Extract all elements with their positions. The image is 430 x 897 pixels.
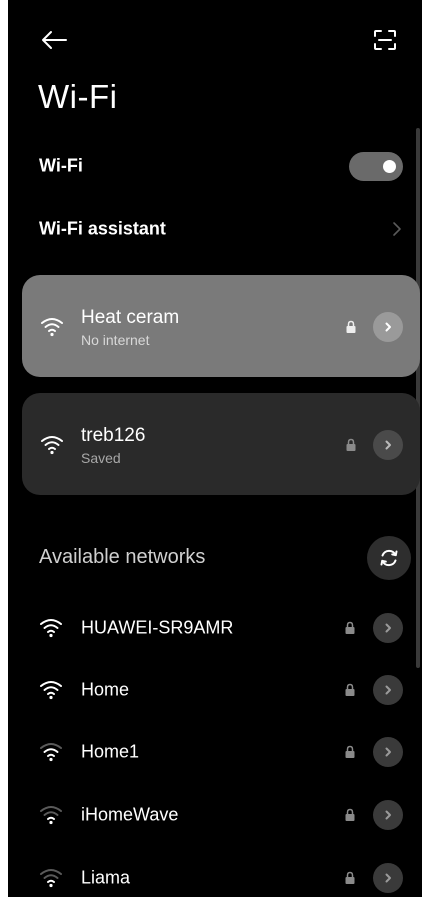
network-name: Liama bbox=[81, 867, 131, 888]
chevron-right-icon bbox=[385, 747, 391, 757]
lock-icon bbox=[345, 871, 355, 884]
network-details-button[interactable] bbox=[373, 863, 403, 893]
page-title: Wi-Fi bbox=[38, 78, 118, 115]
chevron-right-icon bbox=[385, 810, 391, 820]
chevron-right-icon bbox=[385, 873, 391, 883]
network-name: HUAWEI-SR9AMR bbox=[81, 617, 234, 638]
lock-icon bbox=[345, 745, 355, 758]
lock-icon bbox=[345, 621, 355, 634]
network-details-button[interactable] bbox=[373, 613, 403, 643]
network-row[interactable]: HUAWEI-SR9AMR bbox=[8, 597, 422, 659]
scan-qr-button[interactable] bbox=[368, 24, 402, 56]
refresh-button[interactable] bbox=[367, 536, 411, 580]
wifi-assistant-row[interactable]: Wi-Fi assistant bbox=[8, 201, 422, 257]
available-networks-header: Available networks bbox=[39, 546, 206, 568]
network-name: Heat ceram bbox=[81, 307, 180, 328]
wifi-signal-icon bbox=[40, 806, 62, 825]
wifi-signal-icon bbox=[40, 743, 62, 762]
wifi-signal-icon bbox=[41, 436, 63, 455]
refresh-icon bbox=[380, 549, 398, 567]
network-name: Home1 bbox=[81, 741, 140, 762]
wifi-toggle-label: Wi-Fi bbox=[39, 155, 83, 176]
network-name: treb126 bbox=[81, 425, 146, 446]
lock-icon bbox=[346, 320, 356, 333]
network-details-button[interactable] bbox=[373, 737, 403, 767]
network-row[interactable]: iHomeWave bbox=[8, 784, 422, 846]
network-status: No internet bbox=[81, 332, 150, 348]
network-row[interactable]: Home1 bbox=[8, 721, 422, 783]
back-button[interactable] bbox=[36, 24, 72, 56]
chevron-right-icon bbox=[385, 685, 391, 695]
saved-network-card[interactable]: treb126 Saved bbox=[22, 393, 420, 495]
network-details-button[interactable] bbox=[373, 675, 403, 705]
wifi-signal-icon bbox=[40, 681, 62, 700]
toggle-knob bbox=[383, 160, 396, 173]
wifi-toggle-row[interactable]: Wi-Fi bbox=[8, 138, 422, 194]
wifi-assistant-label: Wi-Fi assistant bbox=[39, 218, 166, 239]
network-details-button[interactable] bbox=[373, 800, 403, 830]
network-details-button[interactable] bbox=[373, 430, 403, 460]
network-status: Saved bbox=[81, 450, 121, 466]
arrow-left-icon bbox=[42, 31, 67, 49]
connected-network-card[interactable]: Heat ceram No internet bbox=[22, 275, 420, 377]
network-details-button[interactable] bbox=[373, 312, 403, 342]
wifi-signal-icon bbox=[40, 619, 62, 638]
network-name: iHomeWave bbox=[81, 804, 179, 825]
wifi-signal-icon bbox=[41, 318, 63, 337]
chevron-right-icon bbox=[385, 440, 391, 450]
wifi-settings-screen: Wi-Fi Wi-Fi Wi-Fi assistant Heat ceram N… bbox=[8, 0, 422, 897]
network-row[interactable]: Home bbox=[8, 659, 422, 721]
chevron-right-icon bbox=[385, 623, 391, 633]
lock-icon bbox=[345, 808, 355, 821]
network-name: Home bbox=[81, 679, 130, 700]
top-bar bbox=[8, 0, 422, 80]
lock-icon bbox=[345, 683, 355, 696]
lock-icon bbox=[346, 438, 356, 451]
chevron-right-icon bbox=[393, 222, 401, 236]
wifi-signal-icon bbox=[40, 869, 62, 888]
chevron-right-icon bbox=[385, 322, 391, 332]
scan-frame-icon bbox=[374, 30, 396, 50]
wifi-toggle-switch[interactable] bbox=[349, 152, 403, 181]
network-row[interactable]: Liama bbox=[8, 847, 422, 897]
